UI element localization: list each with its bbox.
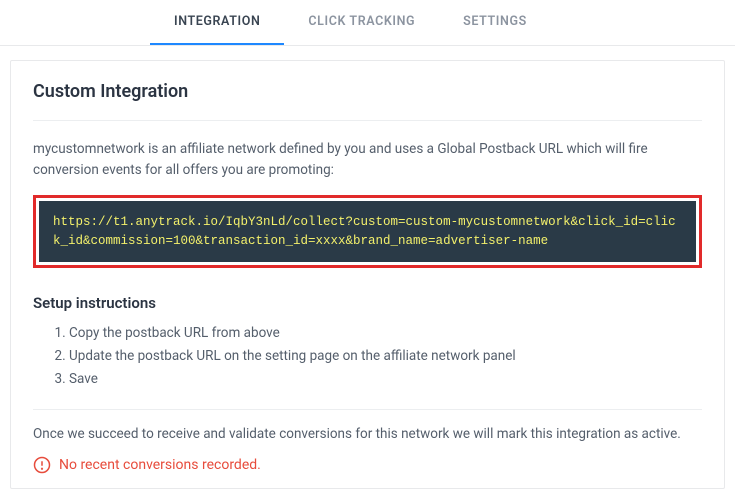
tabs-bar: INTEGRATION CLICK TRACKING SETTINGS — [0, 0, 735, 46]
integration-card: Custom Integration mycustomnetwork is an… — [10, 60, 725, 489]
no-conversions-alert: No recent conversions recorded. — [33, 456, 702, 474]
page-title: Custom Integration — [33, 81, 702, 102]
card-header: Custom Integration — [11, 61, 724, 106]
tab-integration[interactable]: INTEGRATION — [150, 0, 284, 45]
list-item: Save — [69, 368, 702, 391]
list-item: Update the postback URL on the setting p… — [69, 345, 702, 368]
divider — [33, 120, 702, 121]
alert-text: No recent conversions recorded. — [59, 457, 261, 473]
card-body: mycustomnetwork is an affiliate network … — [11, 120, 724, 488]
postback-url-code[interactable]: https://t1.anytrack.io/IqbY3nLd/collect?… — [39, 201, 696, 263]
alert-icon — [33, 456, 51, 474]
list-item: Copy the postback URL from above — [69, 322, 702, 345]
tab-settings[interactable]: SETTINGS — [439, 0, 551, 45]
page-content: Custom Integration mycustomnetwork is an… — [0, 46, 735, 499]
postback-url-highlight: https://t1.anytrack.io/IqbY3nLd/collect?… — [33, 195, 702, 269]
setup-instructions-list: Copy the postback URL from above Update … — [33, 322, 702, 391]
tab-click-tracking[interactable]: CLICK TRACKING — [284, 0, 439, 45]
activation-note: Once we succeed to receive and validate … — [33, 409, 702, 442]
integration-description: mycustomnetwork is an affiliate network … — [33, 139, 702, 181]
instructions-title: Setup instructions — [33, 294, 702, 312]
